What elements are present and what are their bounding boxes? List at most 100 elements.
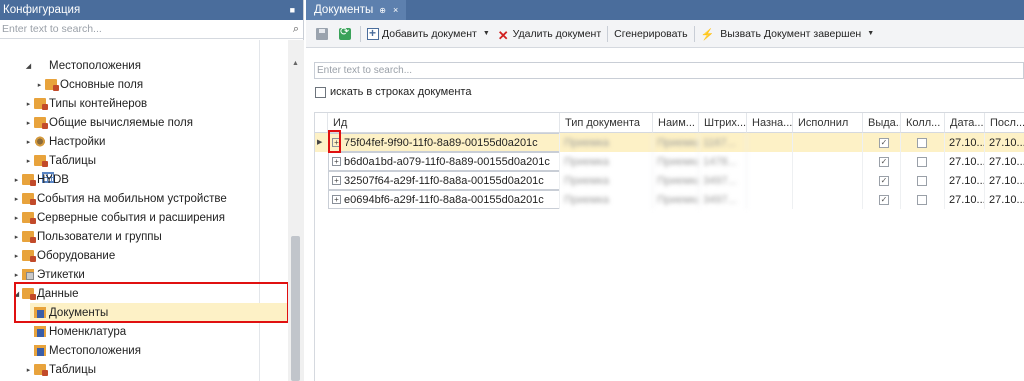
date-cell[interactable]: 27.10... xyxy=(945,152,985,171)
doc-type-cell[interactable]: Приемка xyxy=(560,171,653,190)
doc-type-cell[interactable]: Приемка xyxy=(560,133,653,152)
doc-type-cell[interactable]: Приемка xyxy=(560,190,653,209)
column-header-purpose[interactable]: Назна... xyxy=(747,113,793,133)
purpose-cell[interactable] xyxy=(747,190,793,209)
expand-icon[interactable]: ▸ xyxy=(24,119,33,127)
collective-cell[interactable] xyxy=(901,190,945,209)
name-cell[interactable]: Приемка xyxy=(653,171,699,190)
tree-scrollbar[interactable]: ▲ xyxy=(288,40,304,381)
collective-checkbox[interactable] xyxy=(917,175,927,186)
last-cell[interactable]: 27.10... xyxy=(985,190,1024,209)
collapse-icon[interactable]: ◢ xyxy=(24,62,33,70)
tree-node-locations-data[interactable]: Местоположения xyxy=(24,341,141,360)
name-cell[interactable]: Приемка xyxy=(653,152,699,171)
invoke-event-button[interactable]: ⚡ Вызвать Документ завершен ▼ xyxy=(697,24,879,44)
generate-button[interactable]: Сгенерировать xyxy=(610,24,691,44)
tree-node-container-types[interactable]: ▸ Типы контейнеров xyxy=(24,94,147,113)
id-cell[interactable]: +32507f64-a29f-11f0-8a8a-00155d0a201c xyxy=(328,171,560,190)
collective-cell[interactable] xyxy=(901,133,945,152)
last-cell[interactable]: 27.10... xyxy=(985,133,1024,152)
refresh-button[interactable] xyxy=(335,24,358,44)
tab-documents[interactable]: Документы ⊕ × xyxy=(306,0,407,20)
issued-cell[interactable]: ✓ xyxy=(863,133,901,152)
purpose-cell[interactable] xyxy=(747,133,793,152)
tree-node-mobile-events[interactable]: ▸ События на мобильном устройстве xyxy=(12,189,227,208)
tree-node-main-fields[interactable]: ▸ Основные поля xyxy=(35,75,143,94)
doc-type-cell[interactable]: Приемка xyxy=(560,152,653,171)
last-cell[interactable]: 27.10... xyxy=(985,152,1024,171)
expand-icon[interactable]: ▸ xyxy=(12,252,21,260)
name-cell[interactable]: Приемка xyxy=(653,190,699,209)
expand-row-icon[interactable]: + xyxy=(332,157,341,166)
collective-checkbox[interactable] xyxy=(917,156,927,167)
collective-checkbox[interactable] xyxy=(917,194,927,205)
expand-icon[interactable]: ▸ xyxy=(12,214,21,222)
expand-icon[interactable]: ▸ xyxy=(24,138,33,146)
id-cell[interactable]: + b6d0a1bd-a079-11f0-8a89-00155d0a201c xyxy=(328,152,560,171)
tree-node-tables[interactable]: ▸ Таблицы xyxy=(24,151,96,170)
expand-row-icon[interactable]: + xyxy=(332,195,341,204)
purpose-cell[interactable] xyxy=(747,152,793,171)
issued-checkbox[interactable]: ✓ xyxy=(879,156,889,167)
add-document-button[interactable]: Добавить документ ▼ xyxy=(363,24,494,44)
expand-icon[interactable]: ▸ xyxy=(12,195,21,203)
issued-checkbox[interactable]: ✓ xyxy=(879,175,889,186)
column-header-date[interactable]: Дата... xyxy=(945,113,985,133)
expand-icon[interactable]: ▸ xyxy=(24,157,33,165)
date-cell[interactable]: 27.10... xyxy=(945,171,985,190)
close-icon[interactable]: × xyxy=(393,5,398,15)
search-icon[interactable]: ⌕ xyxy=(293,23,299,36)
column-header-collective[interactable]: Колл... xyxy=(901,113,945,133)
expand-icon[interactable]: ▸ xyxy=(12,176,21,184)
date-cell[interactable]: 27.10... xyxy=(945,133,985,152)
chevron-down-icon[interactable]: ▼ xyxy=(483,30,490,37)
expand-row-icon[interactable]: + xyxy=(332,176,341,185)
executor-cell[interactable] xyxy=(793,190,863,209)
scroll-up-icon[interactable]: ▲ xyxy=(292,60,299,67)
pin-icon[interactable]: ⊕ xyxy=(379,6,386,15)
table-row[interactable]: +32507f64-a29f-11f0-8a8a-00155d0a201c Пр… xyxy=(315,171,1024,190)
expand-icon[interactable]: ▸ xyxy=(24,100,33,108)
executor-cell[interactable] xyxy=(793,133,863,152)
name-cell[interactable]: Приемка xyxy=(653,133,699,152)
tree-node-tables-data[interactable]: ▸ Таблицы xyxy=(24,360,96,379)
barcode-cell[interactable]: 1478... xyxy=(699,152,747,171)
pin-icon[interactable]: ■ xyxy=(290,5,295,15)
executor-cell[interactable] xyxy=(793,171,863,190)
expand-icon[interactable]: ▸ xyxy=(12,233,21,241)
collective-cell[interactable] xyxy=(901,152,945,171)
table-row[interactable]: + e0694bf6-a29f-11f0-8a8a-00155d0a201c Пр… xyxy=(315,190,1024,209)
id-cell[interactable]: + e0694bf6-a29f-11f0-8a8a-00155d0a201c xyxy=(328,190,560,209)
tree-node-nomenclature[interactable]: Номенклатура xyxy=(24,322,126,341)
expand-icon[interactable]: ▸ xyxy=(35,81,44,89)
column-header-name[interactable]: Наим... xyxy=(653,113,699,133)
expand-icon[interactable]: ▸ xyxy=(24,366,33,374)
tree-node-hydb[interactable]: ▸ HYDB xyxy=(12,170,69,189)
tree-node-locations[interactable]: ◢ Местоположения xyxy=(24,56,141,183)
issued-checkbox[interactable]: ✓ xyxy=(879,194,889,205)
table-row[interactable]: + b6d0a1bd-a079-11f0-8a89-00155d0a201c Пр… xyxy=(315,152,1024,171)
column-header-last[interactable]: Посл... xyxy=(985,113,1024,133)
search-in-rows-checkbox[interactable] xyxy=(315,86,326,98)
collective-checkbox[interactable] xyxy=(917,137,927,148)
tree-node-computed-fields[interactable]: ▸ Общие вычисляемые поля xyxy=(24,113,193,132)
table-row[interactable]: ▶ +75f04fef-9f90-11f0-8a89-00155d0a201c … xyxy=(315,133,1024,152)
tree-node-settings[interactable]: ▸ Настройки xyxy=(24,132,106,151)
id-cell[interactable]: +75f04fef-9f90-11f0-8a89-00155d0a201c xyxy=(328,133,560,152)
column-header-doc-type[interactable]: Тип документа xyxy=(560,113,653,133)
search-in-rows-option[interactable]: искать в строках документа xyxy=(315,86,471,98)
column-header-id[interactable]: Ид xyxy=(328,113,560,133)
tree-node-server-events[interactable]: ▸ Серверные события и расширения xyxy=(12,208,225,227)
tree-node-equipment[interactable]: ▸ Оборудование xyxy=(12,246,115,265)
last-cell[interactable]: 27.10... xyxy=(985,171,1024,190)
expand-icon[interactable]: ▸ xyxy=(12,271,21,279)
issued-cell[interactable]: ✓ xyxy=(863,152,901,171)
tree-node-users-groups[interactable]: ▸ Пользователи и группы xyxy=(12,227,162,246)
collective-cell[interactable] xyxy=(901,171,945,190)
column-header-issued[interactable]: Выда... xyxy=(863,113,901,133)
tree-search-input[interactable]: Enter text to search... ⌕ xyxy=(0,20,303,39)
barcode-cell[interactable]: 3497... xyxy=(699,190,747,209)
executor-cell[interactable] xyxy=(793,152,863,171)
date-cell[interactable]: 27.10... xyxy=(945,190,985,209)
chevron-down-icon[interactable]: ▼ xyxy=(867,30,874,37)
